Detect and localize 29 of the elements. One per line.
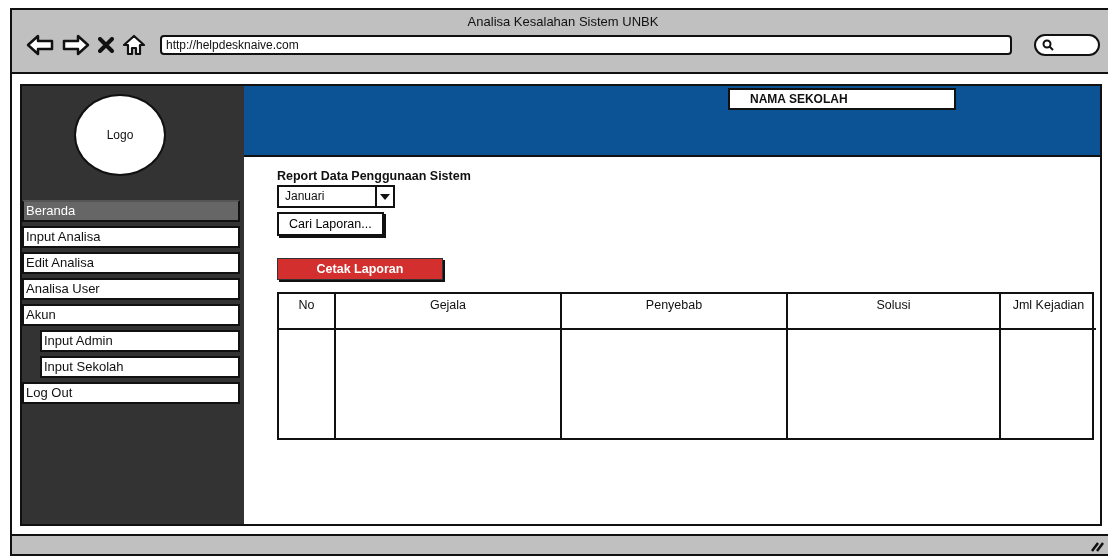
resize-grip-icon[interactable]: [1090, 540, 1104, 552]
sidebar-item[interactable]: Akun: [22, 304, 240, 326]
forward-icon[interactable]: [62, 34, 90, 56]
column-header: Penyebab: [562, 294, 788, 330]
column-header: Solusi: [788, 294, 1001, 330]
sidebar-item[interactable]: Input Admin: [40, 330, 240, 352]
print-report-button[interactable]: Cetak Laporan: [277, 258, 443, 280]
sidebar-item[interactable]: Beranda: [22, 200, 240, 222]
home-icon[interactable]: [122, 34, 146, 56]
search-report-button[interactable]: Cari Laporan...: [277, 212, 384, 236]
column-header: Jml Kejadian: [1001, 294, 1096, 330]
sidebar-item[interactable]: Input Sekolah: [40, 356, 240, 378]
sidebar-item[interactable]: Analisa User: [22, 278, 240, 300]
search-icon: [1042, 39, 1054, 51]
school-name: NAMA SEKOLAH: [728, 88, 956, 110]
logo: Logo: [74, 94, 166, 176]
column-header: No: [279, 294, 336, 330]
sidebar-item[interactable]: Edit Analisa: [22, 252, 240, 274]
window-title: Analisa Kesalahan Sistem UNBK: [466, 13, 660, 31]
sidebar-item[interactable]: Log Out: [22, 382, 240, 404]
report-title: Report Data Penggunaan Sistem: [277, 169, 471, 183]
column-header: Gejala: [336, 294, 562, 330]
close-icon[interactable]: [98, 37, 114, 53]
search-field[interactable]: [1034, 34, 1100, 56]
sidebar-item[interactable]: Input Analisa: [22, 226, 240, 248]
month-select[interactable]: Januari: [277, 185, 395, 208]
url-field[interactable]: http://helpdesknaive.com: [160, 35, 1012, 55]
caret-icon: [380, 193, 390, 200]
back-icon[interactable]: [26, 34, 54, 56]
